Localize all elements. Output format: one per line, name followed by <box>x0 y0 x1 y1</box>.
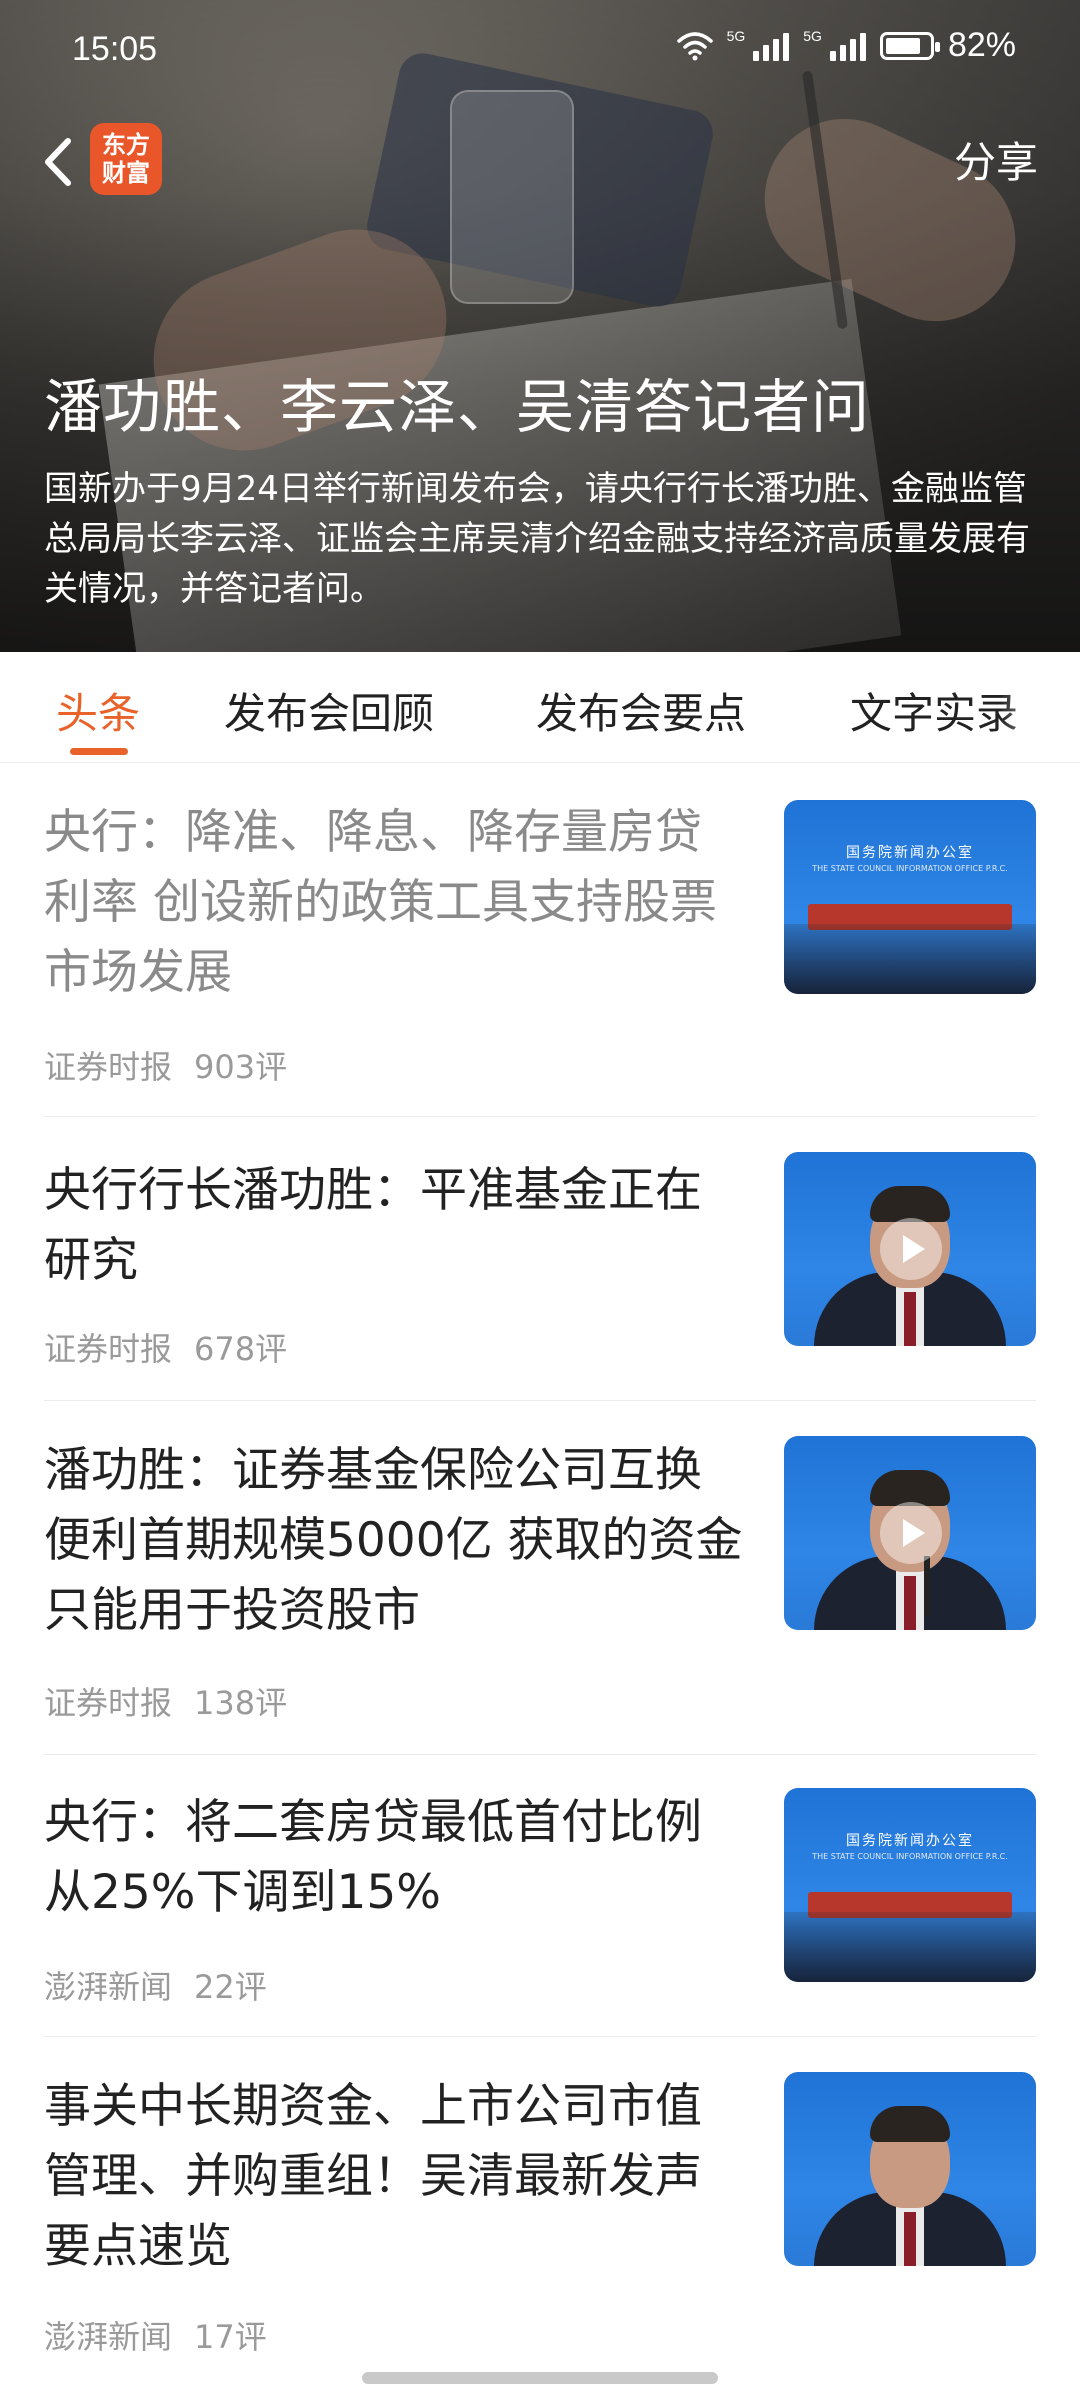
article-source: 证券时报 <box>44 1684 173 1722</box>
article-title[interactable]: 央行：降准、降息、降存量房贷利率 创设新的政策工具支持股票市场发展 <box>44 798 744 1008</box>
article-title[interactable]: 央行：将二套房贷最低首付比例从25%下调到15% <box>44 1788 744 1928</box>
thumb-audience <box>784 924 1036 994</box>
status-time: 15:05 <box>72 30 158 68</box>
thumb-banner-text: 国务院新闻办公室 <box>846 1833 974 1849</box>
battery-fill <box>885 37 920 54</box>
thumb-banner-subtext: THE STATE COUNCIL INFORMATION OFFICE P.R… <box>812 1852 1008 1861</box>
news-topic-page: 15:05 5G 5G 82% 东方 财富 分享 潘功胜、李云泽、吴清答记者问 … <box>0 0 1080 2400</box>
article-thumbnail[interactable] <box>784 1152 1036 1346</box>
article-thumbnail[interactable] <box>784 1436 1036 1630</box>
share-button[interactable]: 分享 <box>954 129 1038 190</box>
network-type-label: 5G <box>803 27 822 44</box>
article-thumbnail[interactable]: 国务院新闻办公室 THE STATE COUNCIL INFORMATION O… <box>784 1788 1036 1982</box>
article-item[interactable]: 央行：降准、降息、降存量房贷利率 创设新的政策工具支持股票市场发展 证券时报 90… <box>44 762 1036 1117</box>
status-bar: 15:05 5G 5G 82% <box>0 0 1080 100</box>
tab-conference-highlights[interactable]: 发布会要点 <box>536 680 746 741</box>
wifi-icon <box>676 31 713 60</box>
status-icons: 5G 5G 82% <box>676 26 1016 65</box>
thumb-hair <box>870 2106 950 2142</box>
back-arrow-icon[interactable] <box>34 127 84 197</box>
article-meta: 证券时报 903评 <box>44 1042 309 1088</box>
hero-banner: 15:05 5G 5G 82% 东方 财富 分享 潘功胜、李云泽、吴清答记者问 … <box>0 0 1080 652</box>
article-thumbnail[interactable] <box>784 2072 1036 2266</box>
article-meta: 证券时报 138评 <box>44 1678 309 1724</box>
article-meta: 澎湃新闻 22评 <box>44 1962 289 2008</box>
article-title[interactable]: 潘功胜：证券基金保险公司互换便利首期规模5000亿 获取的资金只能用于投资股市 <box>44 1436 744 1646</box>
app-logo[interactable]: 东方 财富 <box>90 123 162 195</box>
topic-title: 潘功胜、李云泽、吴清答记者问 <box>44 373 871 441</box>
article-item[interactable]: 潘功胜：证券基金保险公司互换便利首期规模5000亿 获取的资金只能用于投资股市 … <box>44 1400 1036 1755</box>
active-tab-indicator <box>70 748 128 755</box>
tab-bar: 头条 发布会回顾 发布会要点 文字实录 <box>0 652 1080 763</box>
article-comment-count: 138评 <box>194 1684 288 1722</box>
tab-transcript[interactable]: 文字实录 <box>850 680 1018 741</box>
article-source: 证券时报 <box>44 1048 173 1086</box>
article-source: 澎湃新闻 <box>44 1968 173 2006</box>
tab-conference-review[interactable]: 发布会回顾 <box>224 680 434 741</box>
thumb-tie <box>904 1576 916 1630</box>
article-item[interactable]: 央行行长潘功胜：平准基金正在研究 证券时报 678评 <box>44 1116 1036 1401</box>
thumb-microphone <box>924 1556 930 1616</box>
article-title[interactable]: 央行行长潘功胜：平准基金正在研究 <box>44 1156 744 1296</box>
article-comment-count: 22评 <box>194 1968 267 2006</box>
article-item[interactable]: 事关中长期资金、上市公司市值管理、并购重组！吴清最新发声要点速览 澎湃新闻 17评 <box>44 2036 1036 2376</box>
article-source: 证券时报 <box>44 1330 173 1368</box>
logo-text: 东方 <box>102 131 150 159</box>
signal-icon <box>829 31 866 61</box>
signal-icon <box>753 31 790 61</box>
article-meta: 澎湃新闻 17评 <box>44 2312 289 2358</box>
battery-percent: 82% <box>947 26 1016 64</box>
article-comment-count: 903评 <box>194 1048 288 1086</box>
thumb-tie <box>904 1292 916 1346</box>
thumb-banner-text: 国务院新闻办公室 <box>846 845 974 861</box>
article-comment-count: 678评 <box>194 1330 288 1368</box>
thumb-tie <box>904 2212 916 2266</box>
thumb-hair <box>870 1186 950 1222</box>
home-indicator[interactable] <box>362 2372 718 2384</box>
thumb-audience <box>784 1912 1036 1982</box>
article-item[interactable]: 央行：将二套房贷最低首付比例从25%下调到15% 澎湃新闻 22评 国务院新闻办公… <box>44 1754 1036 2037</box>
top-bar: 东方 财富 分享 <box>0 115 1080 205</box>
article-source: 澎湃新闻 <box>44 2318 173 2356</box>
article-thumbnail[interactable]: 国务院新闻办公室 THE STATE COUNCIL INFORMATION O… <box>784 800 1036 994</box>
topic-description: 国新办于9月24日举行新闻发布会，请央行行长潘功胜、金融监管总局局长李云泽、证监… <box>44 469 1030 609</box>
tab-headlines[interactable]: 头条 <box>56 680 140 741</box>
article-comment-count: 17评 <box>194 2318 267 2356</box>
video-play-icon[interactable] <box>880 1502 942 1564</box>
network-type-label: 5G <box>726 27 746 44</box>
battery-icon <box>879 31 940 60</box>
article-title[interactable]: 事关中长期资金、上市公司市值管理、并购重组！吴清最新发声要点速览 <box>44 2072 744 2282</box>
article-meta: 证券时报 678评 <box>44 1324 309 1370</box>
thumb-hair <box>870 1470 950 1506</box>
tab-fade-overlay <box>1000 652 1080 760</box>
video-play-icon[interactable] <box>880 1218 942 1280</box>
thumb-banner-subtext: THE STATE COUNCIL INFORMATION OFFICE P.R… <box>812 864 1008 873</box>
logo-text: 财富 <box>102 159 150 187</box>
